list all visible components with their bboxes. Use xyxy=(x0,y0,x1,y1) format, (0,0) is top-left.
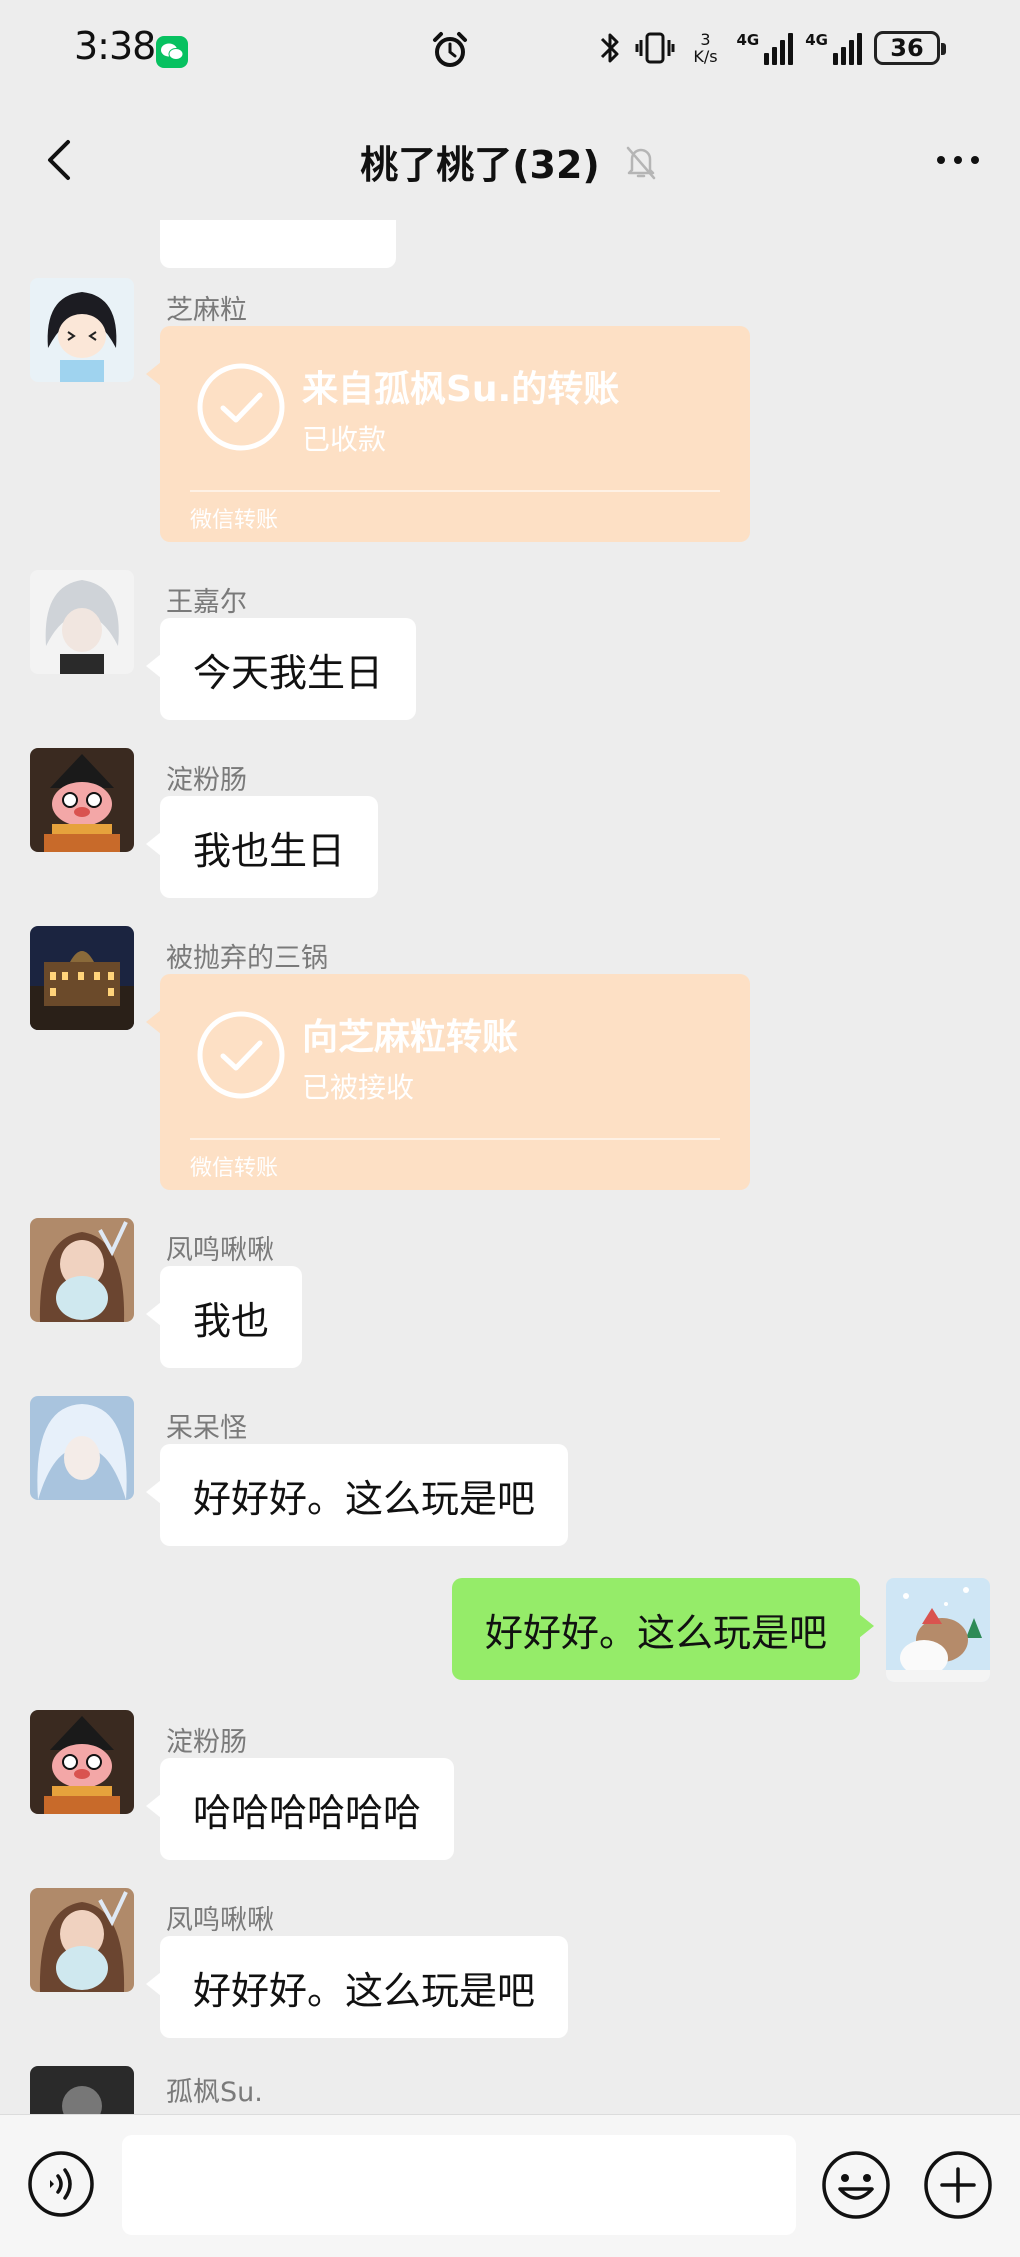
avatar-pig-doll[interactable] xyxy=(30,1710,134,1814)
vibrate-icon xyxy=(635,32,674,64)
status-bar: 3:38 3 K/s 4G 4G 36 xyxy=(0,0,1020,100)
network-speed: 3 K/s xyxy=(687,31,725,65)
avatar-white-hair[interactable] xyxy=(30,570,134,674)
transfer-divider xyxy=(190,490,720,492)
message-bubble[interactable]: 好好好。这么玩是吧 xyxy=(145,1444,569,1546)
signal-1-icon: 4G xyxy=(737,31,794,65)
signal-2-icon: 4G xyxy=(805,31,862,65)
message-bubble[interactable]: 我也 xyxy=(145,1266,303,1368)
my-message-bubble[interactable]: 好好好。这么玩是吧 xyxy=(451,1578,875,1680)
sender-name: 淀粉肠 xyxy=(166,1727,247,1758)
chat-header: 桃了桃了(32) xyxy=(0,100,1020,220)
status-indicators: 3 K/s 4G 4G 36 xyxy=(597,28,946,68)
transfer-footer: 微信转账 xyxy=(190,508,279,533)
input-toolbar xyxy=(0,2114,1020,2257)
message-list[interactable]: 芝麻粒 来自孤枫Su.的转账 已收款 微信转账 王嘉尔 今天我生日 淀粉肠 我也… xyxy=(0,220,1020,2114)
network-type-2: 4G xyxy=(805,31,828,49)
sender-name: 凤鸣啾啾 xyxy=(166,1235,274,1266)
avatar-ice-hair[interactable] xyxy=(30,1396,134,1500)
voice-input-button[interactable] xyxy=(26,2149,96,2219)
alarm-icon xyxy=(433,32,467,67)
more-functions-button[interactable] xyxy=(922,2149,994,2221)
avatar-girl-drink[interactable] xyxy=(30,1888,134,1992)
avatar-girl-drink[interactable] xyxy=(30,1218,134,1322)
transfer-status: 已被接收 xyxy=(302,1071,415,1104)
status-time: 3:38 xyxy=(74,24,156,68)
sender-name: 呆呆怪 xyxy=(166,1413,247,1444)
sender-name: 孤枫Su. xyxy=(166,2077,263,2108)
message-bubble[interactable]: 今天我生日 xyxy=(145,618,417,720)
avatar-pig-doll[interactable] xyxy=(30,748,134,852)
transfer-card[interactable]: 来自孤枫Su.的转账 已收款 微信转账 xyxy=(146,326,750,542)
wechat-notification-icon xyxy=(156,36,188,68)
network-speed-value: 3 xyxy=(700,30,711,49)
avatar-anime-girl[interactable] xyxy=(30,278,134,382)
message-input[interactable] xyxy=(122,2135,796,2235)
transfer-divider xyxy=(190,1138,720,1140)
battery-level: 36 xyxy=(890,34,924,62)
transfer-title: 向芝麻粒转账 xyxy=(302,1017,519,1058)
message-bubble[interactable]: 哈哈哈哈哈哈 xyxy=(145,1758,455,1860)
transfer-card[interactable]: 向芝麻粒转账 已被接收 微信转账 xyxy=(146,974,750,1190)
avatar-night-building[interactable] xyxy=(30,926,134,1030)
transfer-title: 来自孤枫Su.的转账 xyxy=(302,369,620,410)
network-type-1: 4G xyxy=(736,31,760,49)
transfer-footer: 微信转账 xyxy=(190,1156,279,1181)
sender-name: 芝麻粒 xyxy=(166,295,247,326)
check-circle-icon xyxy=(197,363,285,451)
transfer-status: 已收款 xyxy=(302,423,387,456)
sender-name: 被抛弃的三锅 xyxy=(166,943,328,974)
message-bubble[interactable]: 我也生日 xyxy=(145,796,379,898)
sender-name: 淀粉肠 xyxy=(166,765,247,796)
check-circle-icon xyxy=(197,1011,285,1099)
message-bubble[interactable]: 好好好。这么玩是吧 xyxy=(145,1936,569,2038)
network-speed-unit: K/s xyxy=(693,47,718,66)
bluetooth-icon xyxy=(600,33,618,63)
sender-name: 王嘉尔 xyxy=(166,587,247,618)
previous-message-bubble[interactable] xyxy=(160,220,396,268)
battery-icon: 36 xyxy=(874,31,946,65)
emoji-button[interactable] xyxy=(820,2149,892,2221)
avatar-self[interactable] xyxy=(886,1578,990,1682)
more-options-button[interactable] xyxy=(926,130,990,190)
mute-bell-icon xyxy=(626,146,656,180)
sender-name: 凤鸣啾啾 xyxy=(166,1905,274,1936)
avatar-dark[interactable] xyxy=(30,2066,134,2114)
chat-title: 桃了桃了(32) xyxy=(360,143,600,187)
